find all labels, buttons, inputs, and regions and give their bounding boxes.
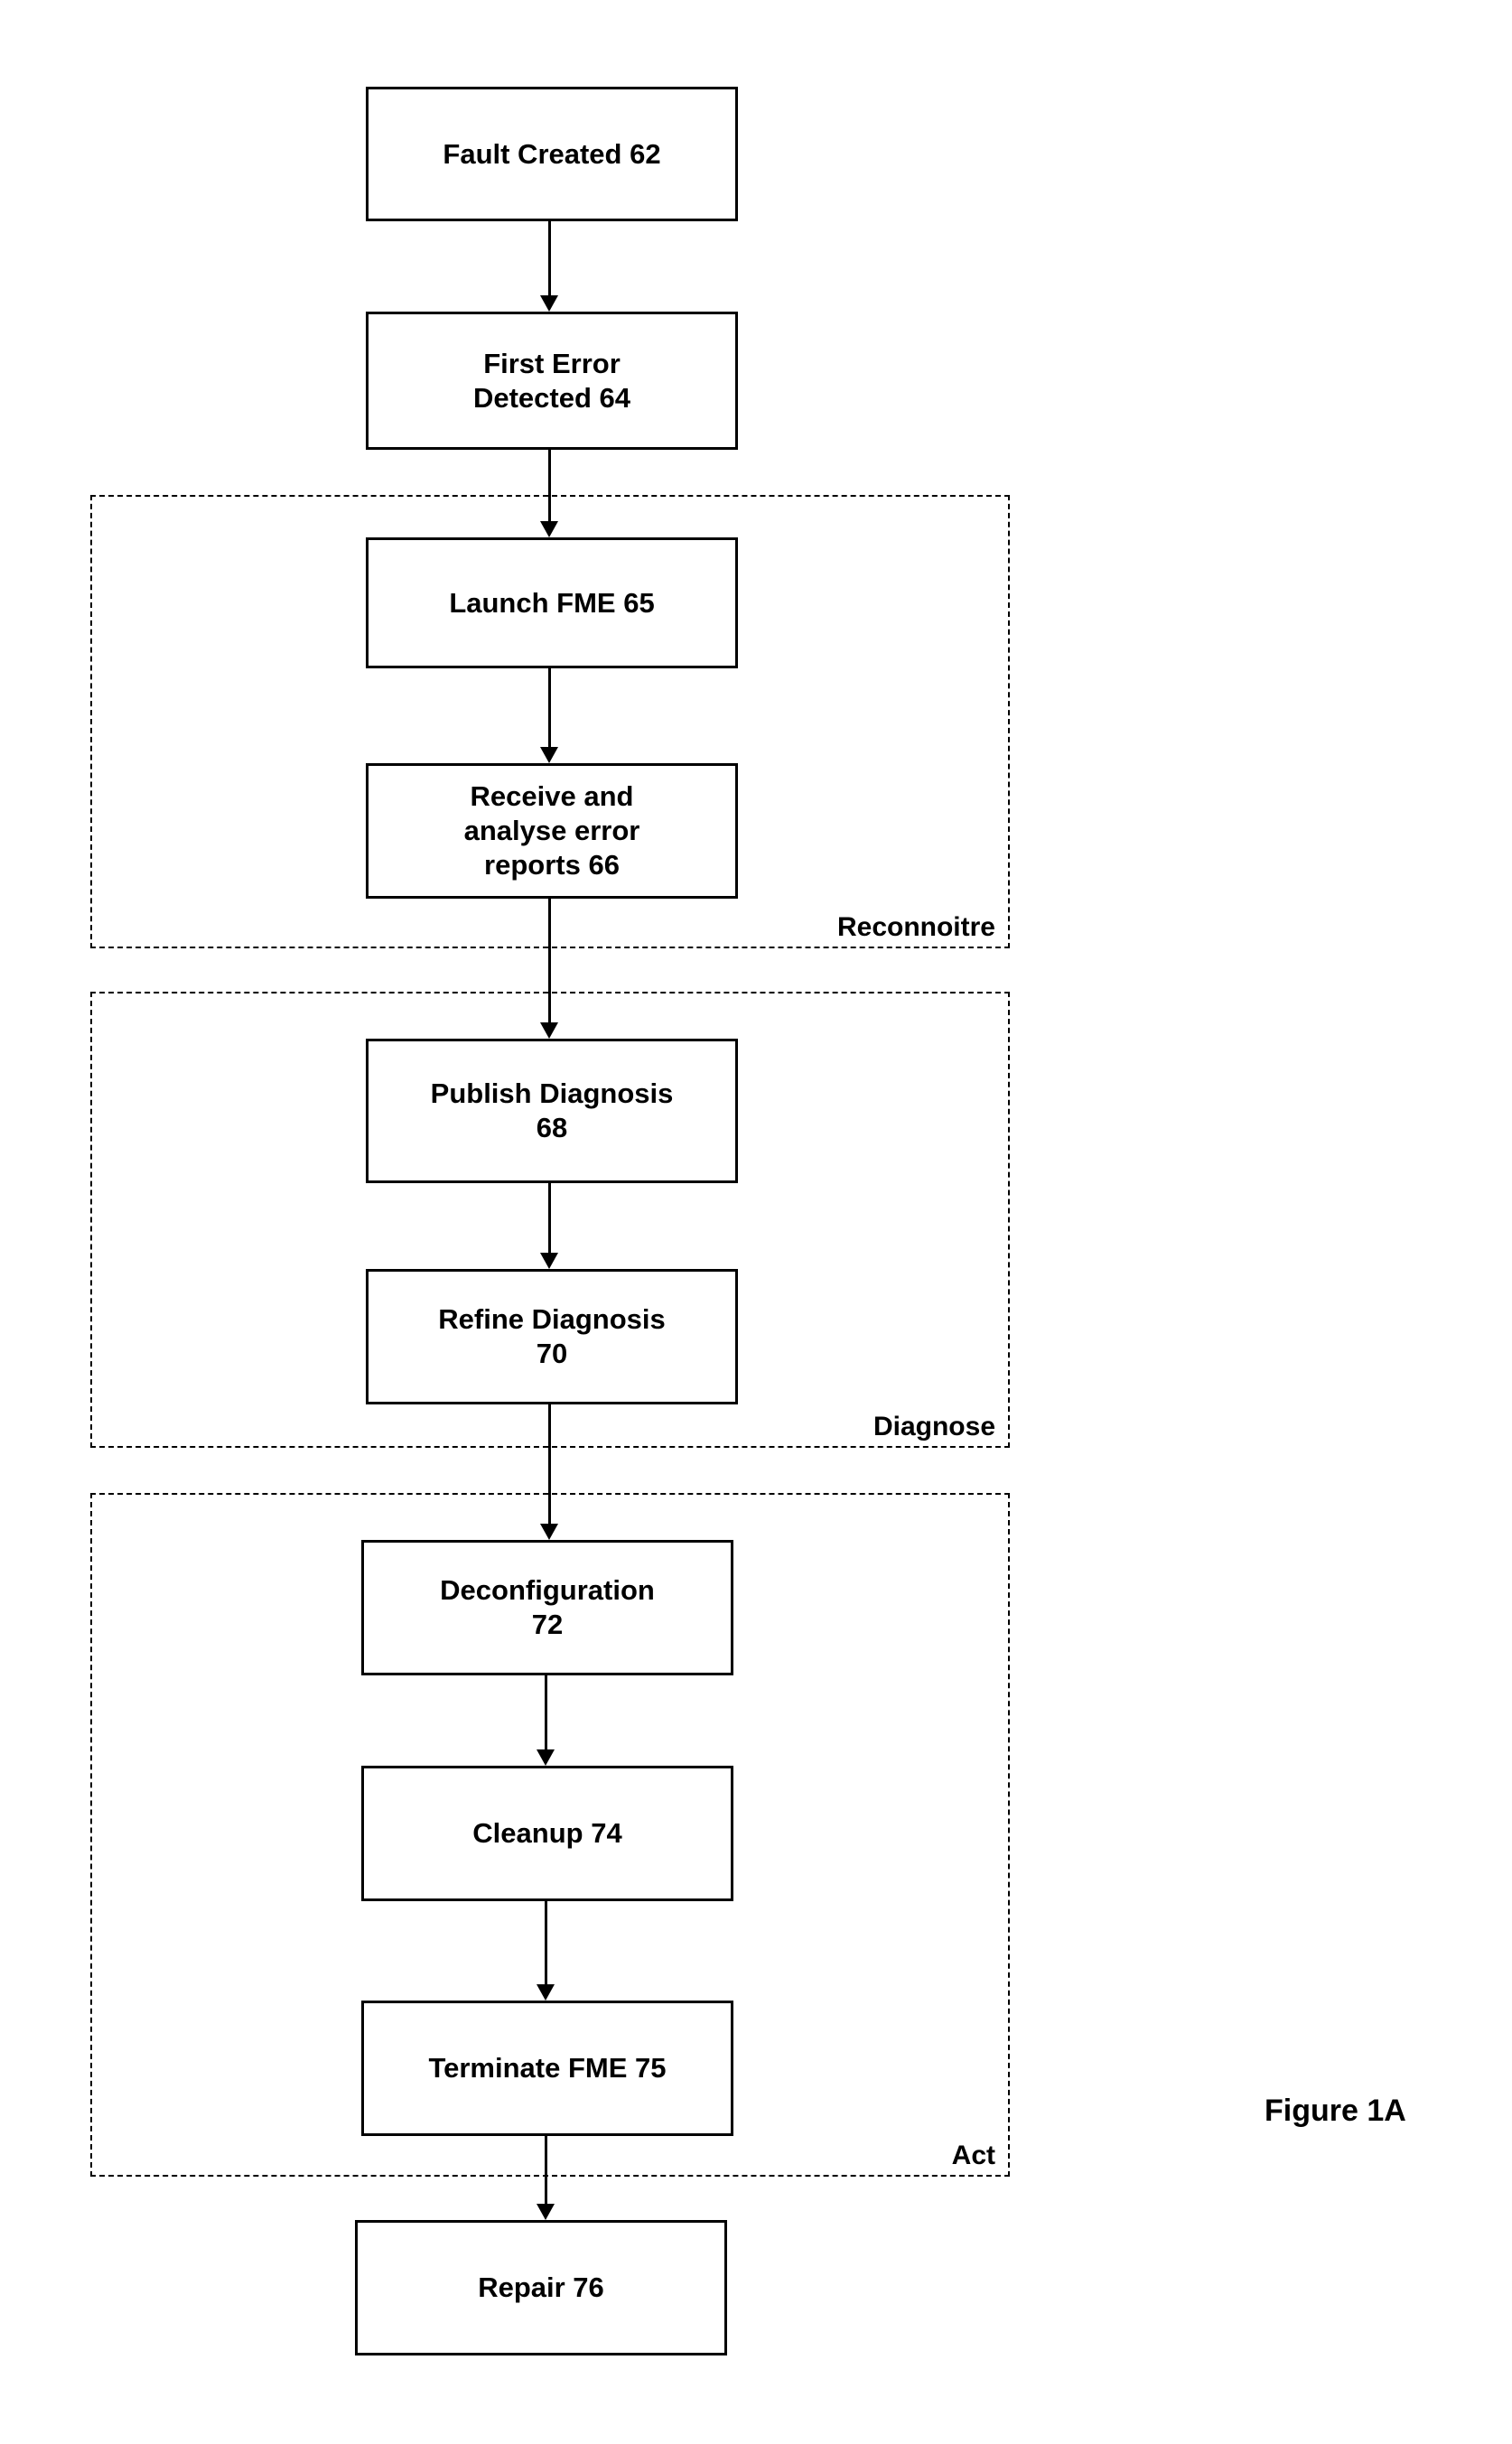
process-node-label-receive-analyse-error-reports: Receive and analyse error reports 66 [463,780,640,881]
arrow-65-66 [536,668,563,763]
process-node-launch-fme: Launch FME 65 [366,537,738,668]
process-node-label-terminate-fme: Terminate FME 75 [428,2052,667,2085]
process-node-label-deconfiguration: Deconfiguration 72 [440,1574,655,1640]
process-node-deconfiguration: Deconfiguration 72 [361,1540,733,1675]
arrowhead-icon [540,295,558,312]
figure-canvas: Reconnoitre Diagnose Act Fault Created 62 F… [0,0,1512,2444]
connector-line [544,2136,547,2205]
arrowhead-icon [540,747,558,763]
arrowhead-icon [537,2204,555,2220]
arrow-75-76 [532,2136,559,2220]
arrowhead-icon [540,521,558,537]
process-node-label-cleanup: Cleanup 74 [472,1817,622,1850]
arrow-72-74 [532,1675,559,1766]
arrow-74-75 [532,1901,559,2001]
arrowhead-icon [540,1022,558,1039]
figure-caption: Figure 1A [1265,2094,1406,2128]
connector-line [544,1901,547,1985]
arrowhead-icon [537,1984,555,2001]
connector-line [547,668,551,748]
phase-group-label-act: Act [951,2140,995,2170]
process-node-cleanup: Cleanup 74 [361,1766,733,1901]
process-node-fault-created: Fault Created 62 [366,87,738,221]
process-node-label-refine-diagnosis: Refine Diagnosis 70 [438,1303,666,1369]
process-node-label-fault-created: Fault Created 62 [443,137,661,170]
process-node-label-repair: Repair 76 [478,2271,604,2304]
process-node-first-error-detected: First Error Detected 64 [366,312,738,450]
arrowhead-icon [537,1749,555,1766]
process-node-label-first-error-detected: First Error Detected 64 [472,347,631,414]
arrowhead-icon [540,1524,558,1540]
arrow-62-64 [536,221,563,312]
arrow-70-72 [536,1404,563,1540]
connector-line [547,450,551,522]
connector-line [547,1183,551,1254]
arrow-66-68 [536,899,563,1039]
phase-group-label-reconnoitre: Reconnoitre [836,911,995,942]
connector-line [547,1404,551,1525]
process-node-refine-diagnosis: Refine Diagnosis 70 [366,1269,738,1404]
connector-line [547,899,551,1023]
process-node-repair: Repair 76 [355,2220,727,2355]
arrow-64-65 [536,450,563,537]
connector-line [547,221,551,296]
arrow-68-70 [536,1183,563,1269]
process-node-label-launch-fme: Launch FME 65 [449,586,655,619]
connector-line [544,1675,547,1750]
process-node-publish-diagnosis: Publish Diagnosis 68 [366,1039,738,1183]
process-node-terminate-fme: Terminate FME 75 [361,2001,733,2136]
phase-group-label-diagnose: Diagnose [873,1411,995,1441]
process-node-receive-analyse-error-reports: Receive and analyse error reports 66 [366,763,738,899]
process-node-label-publish-diagnosis: Publish Diagnosis 68 [430,1077,674,1143]
arrowhead-icon [540,1253,558,1269]
